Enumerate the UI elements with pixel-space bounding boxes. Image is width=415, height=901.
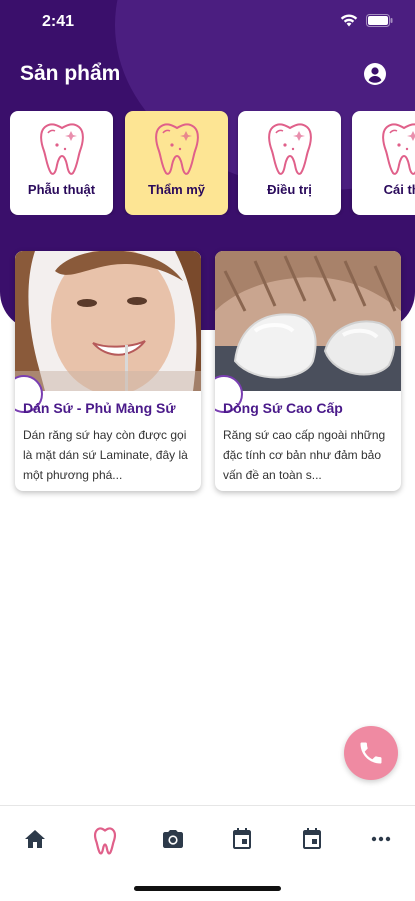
calendar-icon [303, 828, 321, 849]
home-indicator [134, 886, 281, 891]
status-bar: 2:41 [0, 0, 415, 44]
tooth-icon [93, 827, 117, 855]
product-title: Dòng Sứ Cao Cấp [223, 400, 343, 416]
camera-icon [163, 830, 183, 848]
phone-icon [360, 742, 382, 764]
status-time: 2:41 [42, 13, 75, 30]
nav-schedule[interactable] [297, 824, 327, 854]
product-title: Dán Sứ - Phủ Màng Sứ [23, 400, 176, 416]
category-label: Phẫu thuật [27, 182, 96, 197]
tooth-icon [155, 123, 199, 175]
page-title: Sản phẩm [20, 62, 121, 85]
nav-calendar[interactable] [227, 824, 257, 854]
tooth-icon [40, 123, 84, 175]
calendar-icon [233, 828, 251, 849]
product-image [215, 251, 401, 391]
product-grid: Dán Sứ - Phủ Màng Sứ Dán răng sứ hay còn… [15, 251, 415, 494]
home-icon [25, 830, 45, 848]
product-card[interactable]: Dòng Sứ Cao Cấp Răng sứ cao cấp ngoài nh… [215, 251, 401, 491]
nav-home[interactable] [20, 824, 50, 854]
nav-products[interactable] [89, 824, 119, 855]
profile-button[interactable] [363, 62, 387, 86]
category-card-phau-thuat[interactable]: Phẫu thuật [10, 111, 113, 215]
category-label: Cái thi [383, 182, 415, 197]
category-card-dieu-tri[interactable]: Điều trị [238, 111, 341, 215]
product-card[interactable]: Dán Sứ - Phủ Màng Sứ Dán răng sứ hay còn… [15, 251, 201, 491]
status-icons [340, 14, 393, 27]
category-card-cai-thien[interactable]: Cái thi [352, 111, 415, 215]
category-label: Thẩm mỹ [147, 182, 206, 197]
product-description: Dán răng sứ hay còn được gọi là mặt dán … [23, 428, 188, 482]
nav-more[interactable] [366, 824, 396, 854]
tooth-icon [382, 123, 415, 175]
product-image [15, 251, 201, 391]
call-button[interactable] [344, 726, 398, 780]
product-description: Răng sứ cao cấp ngoài những đặc tính cơ … [223, 428, 386, 482]
tooth-icon [268, 123, 312, 175]
wifi-icon [340, 14, 358, 27]
more-icon [371, 836, 391, 842]
header-row: Sản phẩm [20, 60, 395, 90]
account-circle-icon [364, 63, 386, 85]
category-list[interactable]: Phẫu thuật Thẩm mỹ Điều trị Cái thi [10, 111, 415, 215]
category-label: Điều trị [267, 182, 312, 197]
battery-icon [366, 14, 393, 27]
category-card-tham-my[interactable]: Thẩm mỹ [125, 111, 228, 215]
nav-camera[interactable] [158, 824, 188, 854]
